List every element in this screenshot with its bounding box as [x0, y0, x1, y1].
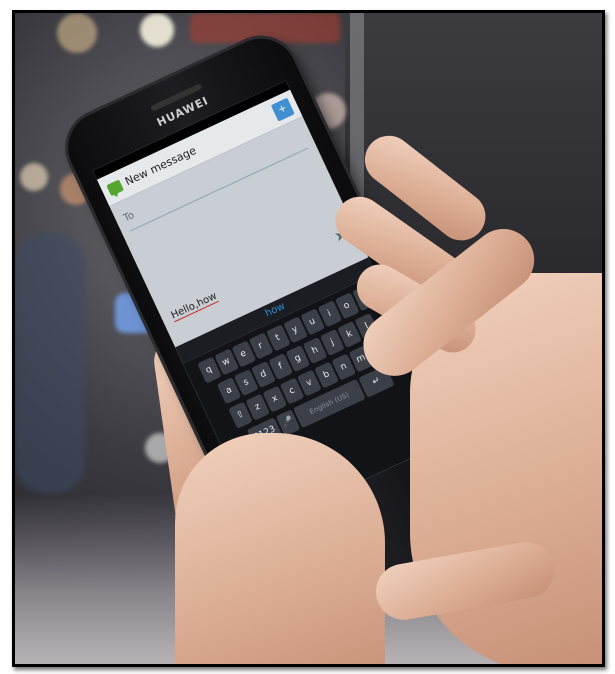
message-input[interactable]: Hello,how: [169, 290, 220, 323]
photo-frame: HUAWEI New message + To Hello,how ➤ how …: [12, 10, 605, 667]
bokeh-light: [140, 13, 174, 47]
left-hand-palm: [175, 433, 385, 664]
message-icon: [106, 178, 124, 196]
bokeh-light: [20, 163, 48, 191]
background-person: [15, 233, 85, 493]
bokeh-light: [57, 13, 97, 53]
